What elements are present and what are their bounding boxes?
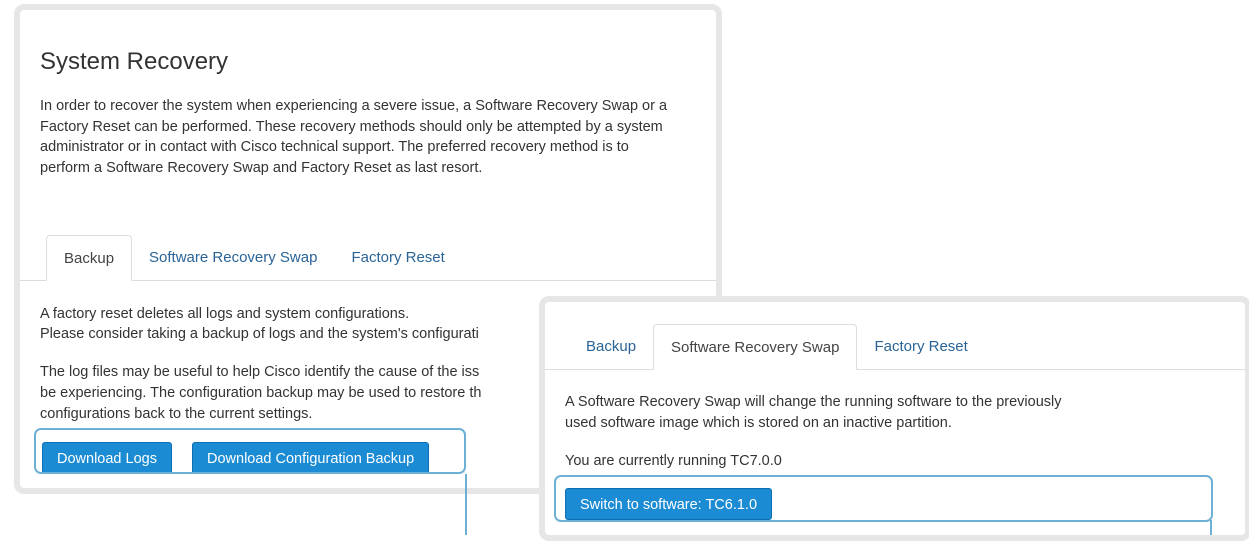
intro-text: In order to recover the system when expe… xyxy=(40,98,668,176)
current-version-text: You are currently running TC7.0.0 xyxy=(565,453,782,469)
swap-text-line2: used software image which is stored on a… xyxy=(565,415,952,431)
swap-tab-bar: Backup Software Recovery Swap Factory Re… xyxy=(569,324,985,370)
backup-text-line5: configurations back to the current setti… xyxy=(40,406,313,422)
backup-text-line2: Please consider taking a backup of logs … xyxy=(40,326,479,342)
backup-text-line3: The log files may be useful to help Cisc… xyxy=(40,364,480,380)
page-title: System Recovery xyxy=(40,48,229,75)
swap-tab-factory-reset[interactable]: Factory Reset xyxy=(857,324,984,370)
swap-tab-software-recovery-swap[interactable]: Software Recovery Swap xyxy=(653,324,858,370)
download-buttons-callout xyxy=(34,428,466,474)
tab-factory-reset[interactable]: Factory Reset xyxy=(334,235,461,281)
swap-text-line1: A Software Recovery Swap will change the… xyxy=(565,394,1062,410)
backup-text-line1: A factory reset deletes all logs and sys… xyxy=(40,306,410,322)
backup-text-line4: be experiencing. The configuration backu… xyxy=(40,385,482,401)
swap-callout-connector-line xyxy=(1210,520,1212,535)
switch-button-callout xyxy=(554,475,1213,522)
swap-tab-backup[interactable]: Backup xyxy=(569,324,653,370)
tab-backup[interactable]: Backup xyxy=(46,235,133,281)
tab-software-recovery-swap[interactable]: Software Recovery Swap xyxy=(132,235,334,281)
callout-connector-line xyxy=(465,474,467,535)
main-tab-bar: Backup Software Recovery Swap Factory Re… xyxy=(46,235,462,281)
